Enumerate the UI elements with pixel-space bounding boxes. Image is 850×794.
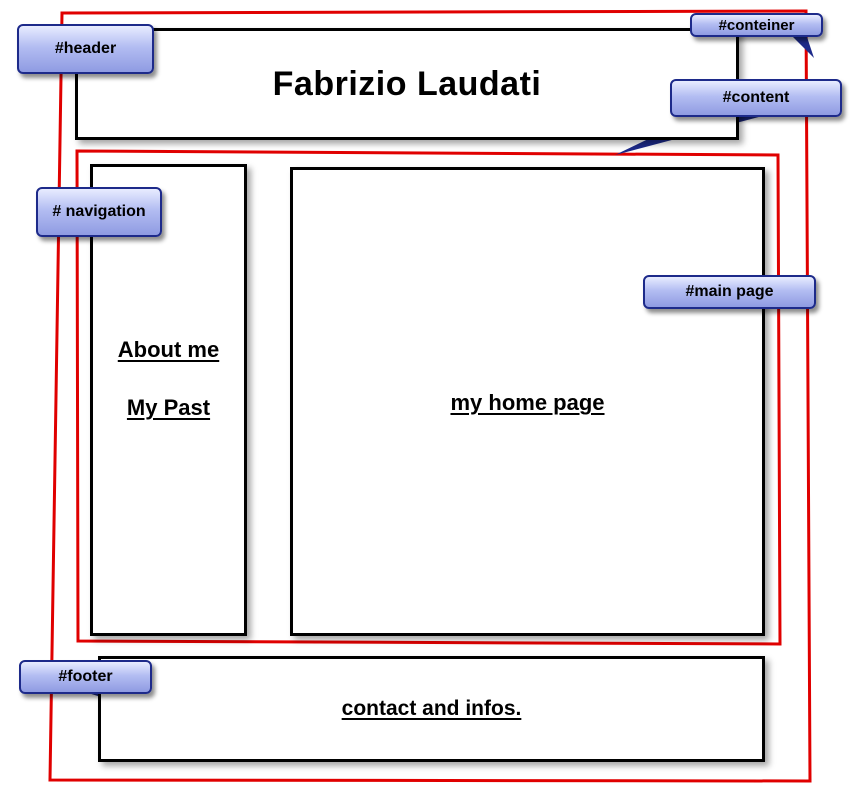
footer-box: contact and infos.	[98, 656, 765, 762]
main-page-callout: #main page	[643, 275, 816, 309]
home-page-link[interactable]: my home page	[450, 390, 604, 416]
nav-link-my-past[interactable]: My Past	[127, 395, 210, 421]
header-callout: #header	[17, 24, 154, 74]
navigation-callout: # navigation	[36, 187, 162, 237]
header-box: Fabrizio Laudati	[75, 28, 739, 140]
footer-callout: #footer	[19, 660, 152, 694]
contact-link[interactable]: contact and infos.	[342, 697, 522, 721]
site-title: Fabrizio Laudati	[272, 64, 542, 103]
nav-link-about-me[interactable]: About me	[118, 337, 219, 363]
container-callout-tail	[790, 34, 814, 58]
container-callout: #conteiner	[690, 13, 823, 37]
main-page-box: my home page	[290, 167, 765, 636]
content-callout: #content	[670, 79, 842, 117]
